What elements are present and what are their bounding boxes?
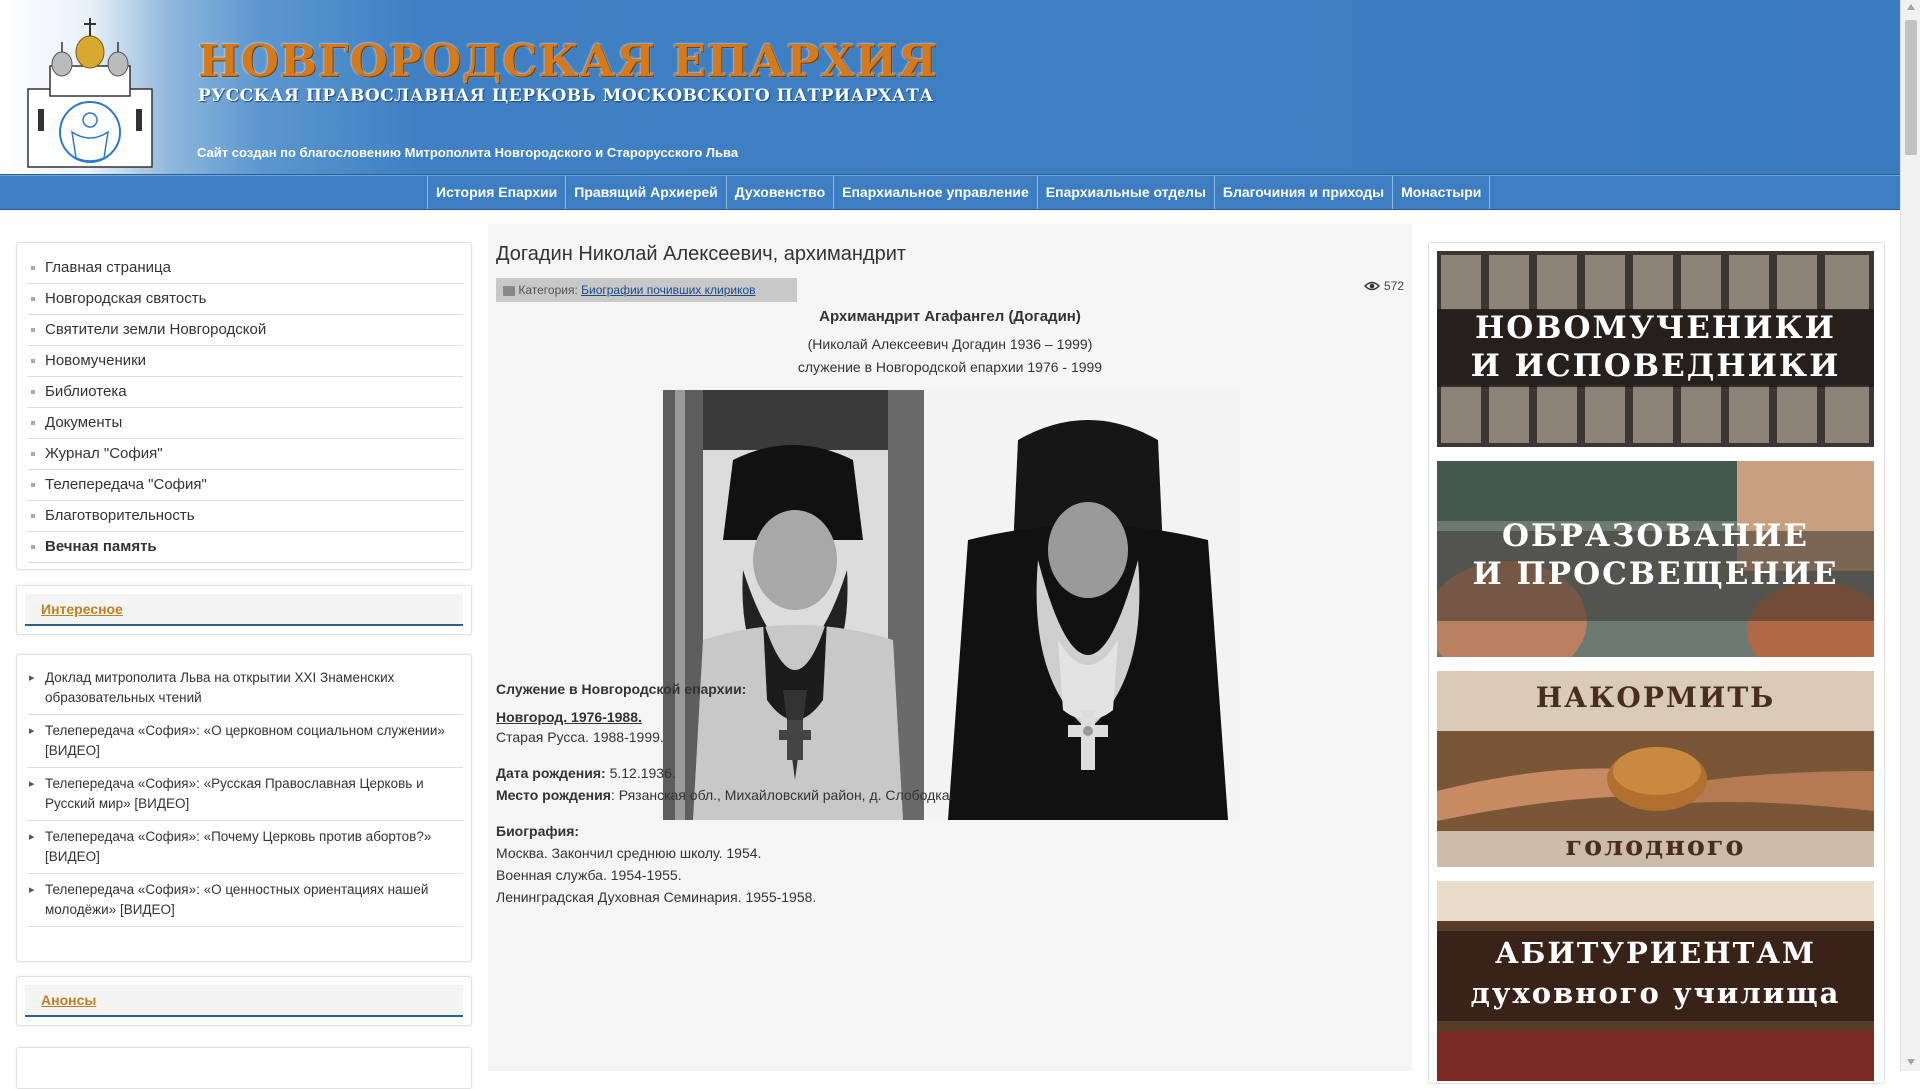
banner-line-1: НОВОМУЧЕНИКИ [1475, 310, 1836, 346]
service-heading: Служение в Новгородской епархии: [496, 681, 747, 697]
banner-line-1: ОБРАЗОВАНИЕ [1501, 518, 1810, 554]
news-item[interactable]: Телепередача «София»: «О церковном социа… [27, 718, 463, 768]
portrait-photo-elder [928, 390, 1241, 820]
site-title[interactable]: НОВГОРОДСКАЯ ЕПАРХИЯ [198, 36, 938, 87]
article-years: (Николай Алексеевич Догадин 1936 – 1999) [807, 336, 1093, 352]
interesting-heading-link[interactable]: Интересное [41, 601, 123, 617]
nav-item-bishop[interactable]: Правящий Архиерей [565, 176, 726, 209]
banner-text: НОВОМУЧЕНИКИ И ИСПОВЕДНИКИ [1437, 309, 1874, 385]
service-place-link[interactable]: Новгород. 1976-1988. [496, 709, 642, 725]
banner-line-2: И ПРОСВЕЩЕНИЕ [1472, 556, 1839, 592]
banner-applicants[interactable]: АБИТУРИЕНТАМ духовного училища [1437, 881, 1874, 1081]
news-item[interactable]: Телепередача «София»: «О ценностных орие… [27, 877, 463, 927]
banner-new-martyrs[interactable]: НОВОМУЧЕНИКИ И ИСПОВЕДНИКИ [1437, 251, 1874, 447]
banner-line-1: НАКОРМИТЬ [1535, 681, 1776, 714]
views-count: 572 [1384, 279, 1405, 293]
category-bar: Категория: Биографии почивших клириков [496, 278, 797, 302]
bio-line: Москва. Закончил среднюю школу. 1954. [496, 845, 762, 861]
nav-item-departments[interactable]: Епархиальные отделы [1036, 176, 1214, 209]
birth-place-row: Место рождения: Рязанская обл., Михайлов… [496, 784, 953, 806]
birth-date-row: Дата рождения: 5.12.1936. [496, 762, 676, 784]
bio-heading-row: Биография: [496, 820, 579, 842]
interesting-header: Интересное [25, 594, 463, 626]
nav-item-history[interactable]: История Епархии [427, 176, 565, 209]
eye-icon [1364, 281, 1380, 291]
sidebar-item-home[interactable]: Главная страница [27, 253, 463, 284]
birth-date-label: Дата рождения: [496, 765, 606, 781]
news-list: Доклад митрополита Льва на открытии XXI … [16, 654, 472, 962]
news-item[interactable]: Телепередача «София»: «Русская Православ… [27, 771, 463, 821]
article-title: Догадин Николай Алексеевич, архимандрит [496, 243, 907, 265]
scroll-up-icon[interactable] [1907, 4, 1915, 10]
birth-place-label: Место рождения [496, 787, 611, 803]
sidebar-item-library[interactable]: Библиотека [27, 377, 463, 408]
sidebar-menu: Главная страница Новгородская святость С… [16, 242, 472, 570]
sidebar-item-tv-program[interactable]: Телепередача "София" [27, 470, 463, 501]
article-heading: Архимандрит Агафангел (Догадин) [819, 308, 1081, 325]
birth-place-value: : Рязанская обл., Михайловский район, д.… [610, 787, 954, 803]
announcements-heading-link[interactable]: Анонсы [41, 992, 96, 1008]
right-banners: НОВОМУЧЕНИКИ И ИСПОВЕДНИКИ ОБРАЗОВАНИЕ И… [1428, 242, 1885, 1084]
service-section: Служение в Новгородской епархии: [496, 678, 746, 700]
announcements-header: Анонсы [25, 985, 463, 1017]
bio-heading: Биография: [496, 823, 580, 839]
views-counter: 572 [1364, 279, 1404, 293]
nav-item-clergy[interactable]: Духовенство [725, 176, 833, 209]
nav-item-parishes[interactable]: Благочиния и приходы [1213, 176, 1392, 209]
announcements-module: Анонсы [16, 976, 472, 1026]
page-scrollbar[interactable] [1900, 0, 1920, 1071]
banner-line-2: голодного [1565, 831, 1746, 862]
article-service-years: служение в Новгородской епархии 1976 - 1… [797, 359, 1103, 375]
sidebar-item-documents[interactable]: Документы [27, 408, 463, 439]
category-link[interactable]: Биографии почивших клириков [581, 283, 755, 297]
news-item[interactable]: Телепередача «София»: «Почему Церковь пр… [27, 824, 463, 874]
banner-text: АБИТУРИЕНТАМ духовного училища [1437, 933, 1874, 1013]
bio-line: Военная служба. 1954-1955. [496, 867, 682, 883]
blessing-text: Сайт создан по благословению Митрополита… [197, 145, 739, 160]
cathedral-logo-icon[interactable] [20, 14, 160, 169]
announcements-list [16, 1047, 472, 1089]
bio-line: Ленинградская Духовная Семинария. 1955-1… [496, 889, 817, 905]
portrait-photo-young [663, 390, 924, 820]
banner-feed-hungry[interactable]: НАКОРМИТЬ голодного [1437, 671, 1874, 867]
sidebar-item-eternal-memory[interactable]: Вечная память [27, 532, 463, 563]
service-place-1: Новгород. 1976-1988. [496, 706, 642, 728]
article-area: Догадин Николай Алексеевич, архимандрит … [488, 224, 1412, 1071]
sidebar-item-magazine[interactable]: Журнал "София" [27, 439, 463, 470]
birth-date-value: 5.12.1936. [605, 765, 676, 781]
sidebar-item-saints[interactable]: Святители земли Новгородской [27, 315, 463, 346]
banner-line-2: И ИСПОВЕДНИКИ [1470, 348, 1841, 384]
main-nav: История Епархии Правящий Архиерей Духове… [0, 175, 1900, 210]
main-nav-items: История Епархии Правящий Архиерей Духове… [427, 176, 1491, 209]
banner-line-2: духовного училища [1470, 976, 1841, 1010]
folder-icon [503, 285, 515, 296]
banner-text: ОБРАЗОВАНИЕ И ПРОСВЕЩЕНИЕ [1437, 517, 1874, 593]
scroll-down-icon[interactable] [1907, 1059, 1915, 1065]
scrollbar-thumb[interactable] [1905, 20, 1917, 155]
banner-education[interactable]: ОБРАЗОВАНИЕ И ПРОСВЕЩЕНИЕ [1437, 461, 1874, 657]
nav-item-monasteries[interactable]: Монастыри [1392, 176, 1491, 209]
service-place-2: Старая Русса. 1988-1999. [496, 729, 664, 745]
nav-item-administration[interactable]: Епархиальное управление [833, 176, 1037, 209]
site-subtitle: РУССКАЯ ПРАВОСЛАВНАЯ ЦЕРКОВЬ МОСКОВСКОГО… [198, 86, 934, 106]
sidebar-item-new-martyrs[interactable]: Новомученики [27, 346, 463, 377]
sidebar-item-charity[interactable]: Благотворительность [27, 501, 463, 532]
news-item[interactable]: Доклад митрополита Льва на открытии XXI … [27, 665, 463, 715]
site-header: НОВГОРОДСКАЯ ЕПАРХИЯ РУССКАЯ ПРАВОСЛАВНА… [0, 0, 1900, 175]
category-label: Категория: [518, 283, 578, 297]
banner-line-1: АБИТУРИЕНТАМ [1495, 936, 1816, 970]
sidebar-item-novgorod-holiness[interactable]: Новгородская святость [27, 284, 463, 315]
interesting-module: Интересное [16, 585, 472, 635]
